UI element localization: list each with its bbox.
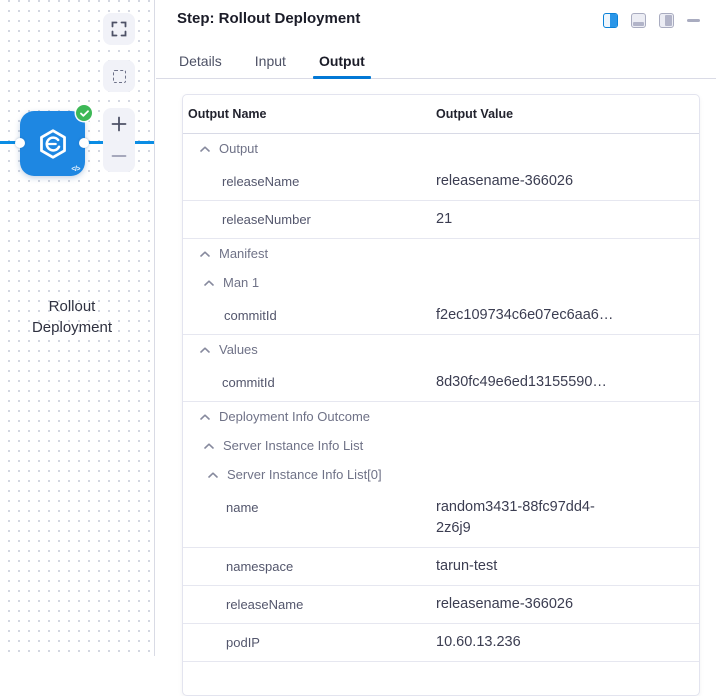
fullscreen-button[interactable] xyxy=(103,13,135,45)
collapse-chevron-icon[interactable] xyxy=(200,347,210,353)
output-kv-row: releaseNumber21 xyxy=(183,201,699,239)
split-view-icon[interactable] xyxy=(603,13,618,28)
marquee-select-button[interactable] xyxy=(103,60,135,92)
success-check-icon xyxy=(76,105,92,121)
output-value: 8d30fc49e6ed13155590… xyxy=(436,372,621,393)
zoom-controls xyxy=(103,108,135,172)
output-kv-row: releaseNamereleasename-366026 xyxy=(183,163,699,201)
group-label: Output xyxy=(219,141,258,156)
output-kv-row: commitId8d30fc49e6ed13155590… xyxy=(183,364,699,402)
collapse-chevron-icon[interactable] xyxy=(208,472,218,478)
output-kv-row: namespacetarun-test xyxy=(183,548,699,586)
collapse-chevron-icon[interactable] xyxy=(204,280,214,286)
output-value: tarun-test xyxy=(436,556,621,577)
panel-header: Step: Rollout Deployment xyxy=(156,0,716,27)
collapse-chevron-icon[interactable] xyxy=(204,443,214,449)
output-kv-row: podIP10.60.13.236 xyxy=(183,624,699,662)
output-key: name xyxy=(183,497,436,518)
output-value: 21 xyxy=(436,209,621,230)
output-group-row: Man 1 xyxy=(183,268,699,297)
bottom-panel-icon[interactable] xyxy=(631,13,646,28)
output-key: namespace xyxy=(183,556,436,577)
output-key: commitId xyxy=(183,372,436,393)
tab-details[interactable]: Details xyxy=(177,44,224,78)
window-controls xyxy=(603,13,700,28)
output-kv-row: commitIdf2ec109734c6e07ec6aa6… xyxy=(183,297,699,335)
group-label: Server Instance Info List[0] xyxy=(227,467,382,482)
output-value: random3431-88fc97dd4-2z6j9 xyxy=(436,497,621,539)
group-label: Values xyxy=(219,342,258,357)
output-key: releaseName xyxy=(183,594,436,615)
output-group-row: Output xyxy=(183,134,699,163)
output-group-row: Server Instance Info List xyxy=(183,431,699,460)
node-output-port[interactable] xyxy=(79,138,89,148)
output-kv-row: namerandom3431-88fc97dd4-2z6j9 xyxy=(183,489,699,548)
output-tab-content: Output Name Output Value Output releaseNa… xyxy=(156,79,716,696)
zoom-in-icon[interactable] xyxy=(111,116,127,132)
output-table-body: OutputreleaseNamereleasename-366026relea… xyxy=(183,134,699,662)
collapse-chevron-icon[interactable] xyxy=(200,146,210,152)
output-group-row: Server Instance Info List[0] xyxy=(183,460,699,489)
column-header-output-name: Output Name xyxy=(183,107,436,121)
marquee-select-icon xyxy=(113,70,126,83)
tab-input[interactable]: Input xyxy=(253,44,288,78)
tab-output[interactable]: Output xyxy=(317,44,367,78)
step-node-rollout-deployment[interactable]: </> Rollout Deployment xyxy=(20,111,85,176)
output-group-row: Deployment Info Outcome xyxy=(183,402,699,431)
output-table-header: Output Name Output Value xyxy=(183,95,699,134)
group-label: Server Instance Info List xyxy=(223,438,363,453)
node-label: Rollout Deployment xyxy=(12,296,132,338)
code-glyph: </> xyxy=(71,166,80,173)
group-label: Deployment Info Outcome xyxy=(219,409,370,424)
collapse-chevron-icon[interactable] xyxy=(200,251,210,257)
output-value: 10.60.13.236 xyxy=(436,632,621,653)
pipeline-canvas[interactable]: </> Rollout Deployment xyxy=(0,0,155,656)
minimize-icon[interactable] xyxy=(687,19,700,22)
output-key: releaseName xyxy=(183,171,436,192)
output-key: releaseNumber xyxy=(183,209,436,230)
zoom-out-icon[interactable] xyxy=(111,148,127,164)
output-key: podIP xyxy=(183,632,436,653)
collapse-chevron-icon[interactable] xyxy=(200,414,210,420)
output-group-row: Manifest xyxy=(183,239,699,268)
output-value: releasename-366026 xyxy=(436,171,621,192)
output-kv-row: releaseNamereleasename-366026 xyxy=(183,586,699,624)
right-panel-icon[interactable] xyxy=(659,13,674,28)
group-label: Manifest xyxy=(219,246,268,261)
group-label: Man 1 xyxy=(223,275,259,290)
output-value: releasename-366026 xyxy=(436,594,621,615)
fullscreen-icon xyxy=(111,21,127,37)
output-table-card: Output Name Output Value Output releaseNa… xyxy=(182,94,700,696)
node-input-port[interactable] xyxy=(15,138,25,148)
column-header-output-value: Output Value xyxy=(436,107,513,121)
output-group-row: Values xyxy=(183,335,699,364)
rollout-deployment-hexagon-swirl-icon xyxy=(37,128,69,160)
tabbar: Details Input Output xyxy=(156,44,716,79)
output-key: commitId xyxy=(183,305,436,326)
step-details-panel: Step: Rollout Deployment Details Input Out… xyxy=(156,0,716,656)
output-value: f2ec109734c6e07ec6aa6… xyxy=(436,305,621,326)
